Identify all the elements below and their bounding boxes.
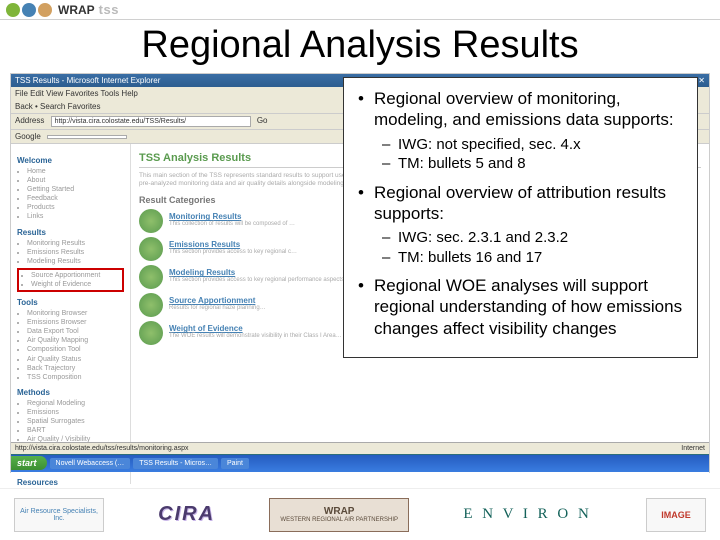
- side-welcome: Welcome: [17, 156, 124, 165]
- wrap-logo-dot-blue: [22, 3, 36, 17]
- taskbar-item[interactable]: Paint: [221, 458, 249, 469]
- subbullet: IWG: sec. 2.3.1 and 2.3.2: [380, 228, 685, 248]
- logo-ars: Air Resource Specialists, Inc.: [14, 498, 104, 532]
- side-link[interactable]: BART: [27, 426, 124, 435]
- side-results: Results: [17, 228, 124, 237]
- side-highlight-box: Source Apportionment Weight of Evidence: [17, 268, 124, 292]
- logo-wrap-box: WRAP WESTERN REGIONAL AIR PARTNERSHIP: [269, 498, 409, 532]
- category-icon: [139, 293, 163, 317]
- side-link[interactable]: Air Quality Status: [27, 355, 124, 364]
- side-link[interactable]: Emissions Results: [27, 248, 124, 257]
- side-link[interactable]: Modeling Results: [27, 257, 124, 266]
- logo-wrap: WRAP WESTERN REGIONAL AIR PARTNERSHIP: [269, 498, 409, 532]
- category-title[interactable]: Emissions Results: [169, 240, 297, 249]
- google-search-input[interactable]: [47, 135, 127, 139]
- google-label: Google: [15, 132, 41, 141]
- category-icon: [139, 209, 163, 233]
- start-button[interactable]: start: [11, 456, 47, 470]
- side-link[interactable]: Weight of Evidence: [31, 280, 120, 289]
- taskbar-item[interactable]: Novell Webaccess (…: [50, 458, 131, 469]
- bullet-overlay: Regional overview of monitoring, modelin…: [343, 77, 698, 358]
- side-link[interactable]: Emissions: [27, 408, 124, 417]
- side-link[interactable]: About: [27, 176, 124, 185]
- side-link[interactable]: Getting Started: [27, 185, 124, 194]
- side-link[interactable]: Monitoring Browser: [27, 309, 124, 318]
- category-desc: This section provides access to key regi…: [169, 249, 297, 257]
- side-tools: Tools: [17, 298, 124, 307]
- side-link[interactable]: Home: [27, 167, 124, 176]
- bullet-text: Regional overview of attribution results…: [374, 183, 666, 223]
- category-title[interactable]: Weight of Evidence: [169, 324, 342, 333]
- side-link[interactable]: Links: [27, 212, 124, 221]
- go-button[interactable]: Go: [257, 116, 268, 125]
- side-link[interactable]: Products: [27, 203, 124, 212]
- side-methods: Methods: [17, 388, 124, 397]
- side-link[interactable]: Monitoring Results: [27, 239, 124, 248]
- category-title[interactable]: Source Apportionment: [169, 296, 266, 305]
- windows-taskbar: start Novell Webaccess (… TSS Results - …: [11, 454, 709, 472]
- ie-statusbar: http://vista.cira.colostate.edu/tss/resu…: [11, 442, 709, 454]
- cira-text: CIRA: [158, 503, 215, 526]
- ie-back-button[interactable]: Back • Search Favorites: [15, 102, 101, 111]
- subbullet: TM: bullets 16 and 17: [380, 248, 685, 268]
- side-link[interactable]: TSS Composition: [27, 373, 124, 382]
- status-url: http://vista.cira.colostate.edu/tss/resu…: [15, 445, 189, 452]
- logo-image-box: IMAGE: [646, 498, 706, 532]
- logo-cira: CIRA: [158, 503, 215, 526]
- wrap-logo-dot-tan: [38, 3, 52, 17]
- side-link[interactable]: Regional Modeling: [27, 399, 124, 408]
- side-link[interactable]: Back Trajectory: [27, 364, 124, 373]
- logo-image: IMAGE: [646, 498, 706, 532]
- logo-environ: E N V I R O N: [463, 506, 591, 523]
- category-icon: [139, 321, 163, 345]
- side-link[interactable]: Source Apportionment: [31, 271, 120, 280]
- category-icon: [139, 265, 163, 289]
- address-label: Address: [15, 116, 44, 125]
- address-input[interactable]: http://vista.cira.colostate.edu/TSS/Resu…: [51, 116, 251, 127]
- subbullet: IWG: not specified, sec. 4.x: [380, 135, 685, 155]
- taskbar-item[interactable]: TSS Results - Micros…: [133, 458, 218, 469]
- side-link[interactable]: Composition Tool: [27, 345, 124, 354]
- brand-tss: tss: [99, 2, 119, 17]
- environ-text: E N V I R O N: [463, 506, 591, 523]
- category-icon: [139, 237, 163, 261]
- side-link[interactable]: Spatial Surrogates: [27, 417, 124, 426]
- slide-body: TSS Results - Microsoft Internet Explore…: [10, 73, 710, 473]
- side-link[interactable]: Feedback: [27, 194, 124, 203]
- ie-sidebar: Welcome Home About Getting Started Feedb…: [11, 144, 131, 484]
- side-link[interactable]: Emissions Browser: [27, 318, 124, 327]
- slide-topbar: WRAP tss: [0, 0, 720, 20]
- bullet-3: Regional WOE analyses will support regio…: [356, 275, 685, 339]
- ie-window-title: TSS Results - Microsoft Internet Explore…: [15, 76, 160, 85]
- category-title[interactable]: Monitoring Results: [169, 212, 295, 221]
- wrap-logo-dot-green: [6, 3, 20, 17]
- category-desc: Results for regional haze planning…: [169, 305, 266, 313]
- side-resources: Resources: [17, 478, 124, 487]
- bullet-text: Regional overview of monitoring, modelin…: [374, 89, 674, 129]
- category-desc: This collection of results will be compo…: [169, 221, 295, 229]
- logo-ars-box: Air Resource Specialists, Inc.: [14, 498, 104, 532]
- brand-wrap: WRAP: [58, 3, 95, 17]
- status-zone: Internet: [681, 445, 705, 452]
- bullet-1: Regional overview of monitoring, modelin…: [356, 88, 685, 174]
- side-link[interactable]: Air Quality Mapping: [27, 336, 124, 345]
- slide-footer: Air Resource Specialists, Inc. CIRA WRAP…: [0, 488, 720, 540]
- side-link[interactable]: Data Export Tool: [27, 327, 124, 336]
- category-desc: The WOE results will demonstrate visibil…: [169, 333, 342, 341]
- slide-title: Regional Analysis Results: [0, 24, 720, 67]
- subbullet: TM: bullets 5 and 8: [380, 154, 685, 174]
- bullet-2: Regional overview of attribution results…: [356, 182, 685, 268]
